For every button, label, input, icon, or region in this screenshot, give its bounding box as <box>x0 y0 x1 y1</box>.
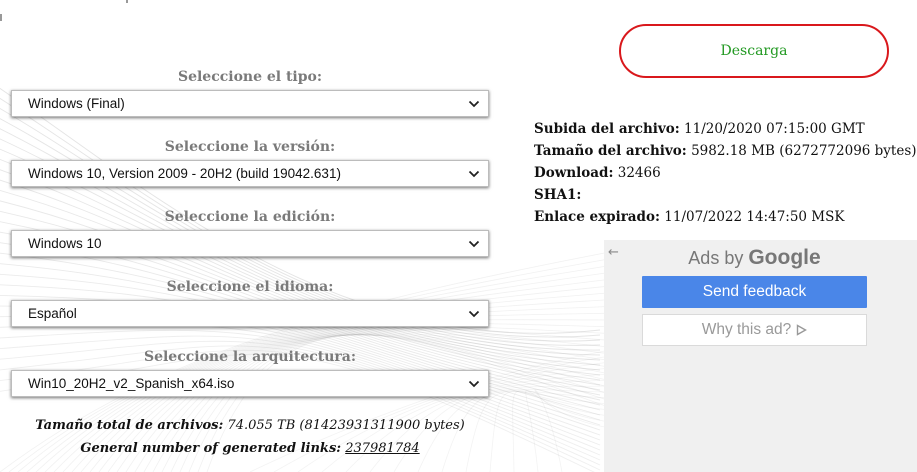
send-feedback-button[interactable]: Send feedback <box>642 276 867 308</box>
back-arrow-icon[interactable]: ← <box>608 245 619 260</box>
language-select-label: Seleccione el idioma: <box>166 279 334 295</box>
chevron-down-icon <box>468 310 480 317</box>
type-select-value: Windows (Final) <box>28 96 125 111</box>
chevron-down-icon <box>468 170 480 177</box>
chevron-down-icon <box>468 380 480 387</box>
link-expiry-row: Enlace expirado: 11/07/2022 14:47:50 MSK <box>534 206 917 228</box>
architecture-select-group: Seleccione la arquitectura: Win10_20H2_v… <box>11 348 489 397</box>
why-this-ad-label: Why this ad? <box>701 321 792 338</box>
version-select[interactable]: Windows 10, Version 2009 - 20H2 (build 1… <box>11 160 489 187</box>
type-select[interactable]: Windows (Final) <box>11 90 489 117</box>
file-size-value: 5982.18 MB (6272772096 bytes) <box>691 143 917 159</box>
upload-date-row: Subida del archivo: 11/20/2020 07:15:00 … <box>534 118 917 140</box>
type-select-group: Seleccione el tipo: Windows (Final) <box>11 68 489 117</box>
total-size-value: 74.055 TB (81423931311900 bytes) <box>227 418 465 433</box>
architecture-select-value: Win10_20H2_v2_Spanish_x64.iso <box>28 376 235 391</box>
chevron-down-icon <box>468 240 480 247</box>
generated-links-label: General number of generated links: <box>80 441 342 456</box>
edition-select-label: Seleccione la edición: <box>164 209 336 225</box>
sha1-label: SHA1: <box>534 187 582 203</box>
version-select-group: Seleccione la versión: Windows 10, Versi… <box>11 138 489 187</box>
edition-select[interactable]: Windows 10 <box>11 230 489 257</box>
corner-mark <box>126 0 128 3</box>
total-size-label: Tamaño total de archivos: <box>35 418 224 433</box>
upload-date-value: 11/20/2020 07:15:00 GMT <box>684 121 865 137</box>
download-count-row: Download: 32466 <box>534 162 917 184</box>
file-size-row: Tamaño del archivo: 5982.18 MB (62727720… <box>534 140 917 162</box>
architecture-select[interactable]: Win10_20H2_v2_Spanish_x64.iso <box>11 370 489 397</box>
version-select-label: Seleccione la versión: <box>164 139 336 155</box>
file-info-panel: Subida del archivo: 11/20/2020 07:15:00 … <box>534 118 917 228</box>
download-count-label: Download: <box>534 165 614 181</box>
download-button-label: Descarga <box>720 43 788 59</box>
total-size-line: Tamaño total de archivos: 74.055 TB (814… <box>11 418 489 433</box>
send-feedback-label: Send feedback <box>702 283 807 300</box>
ad-panel: ← Ads by Google Send feedback Why this a… <box>604 240 917 472</box>
sha1-row: SHA1: <box>534 184 917 206</box>
file-size-label: Tamaño del archivo: <box>534 143 687 159</box>
download-button[interactable]: Descarga <box>619 24 889 78</box>
why-this-ad-button[interactable]: Why this ad? <box>642 314 867 346</box>
ads-by-google-label: Ads by Google <box>642 246 867 270</box>
edition-select-group: Seleccione la edición: Windows 10 <box>11 208 489 257</box>
chevron-down-icon <box>468 100 480 107</box>
download-count-value: 32466 <box>617 165 661 181</box>
language-select-group: Seleccione el idioma: Español <box>11 278 489 327</box>
edition-select-value: Windows 10 <box>28 236 102 251</box>
upload-date-label: Subida del archivo: <box>534 121 680 137</box>
link-expiry-label: Enlace expirado: <box>534 209 660 225</box>
type-select-label: Seleccione el tipo: <box>177 69 323 85</box>
architecture-select-label: Seleccione la arquitectura: <box>143 349 357 365</box>
link-expiry-value: 11/07/2022 14:47:50 MSK <box>664 209 845 225</box>
version-select-value: Windows 10, Version 2009 - 20H2 (build 1… <box>28 166 341 181</box>
adchoices-play-icon <box>797 324 808 336</box>
language-select-value: Español <box>28 306 77 321</box>
corner-mark <box>0 14 2 21</box>
generated-links-count[interactable]: 237981784 <box>345 441 419 456</box>
google-logo-text: Google <box>748 246 821 269</box>
ads-by-text: Ads by <box>688 248 744 268</box>
generated-links-line: General number of generated links: 23798… <box>11 441 489 456</box>
language-select[interactable]: Español <box>11 300 489 327</box>
